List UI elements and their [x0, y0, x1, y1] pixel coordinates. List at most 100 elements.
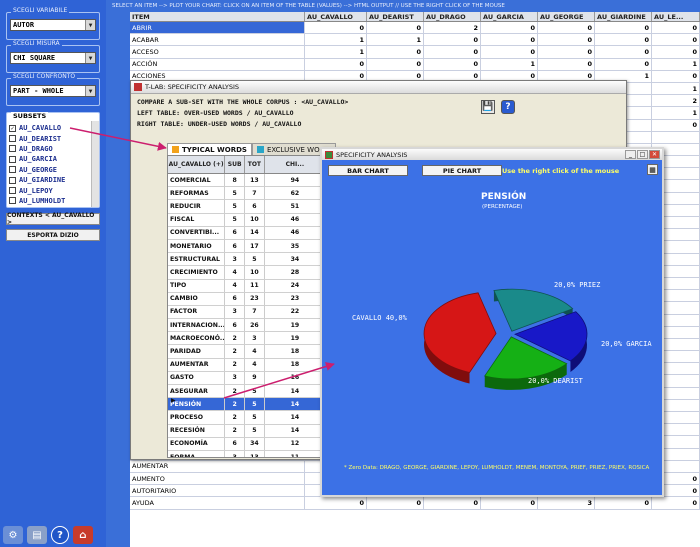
value-cell[interactable]: 5 [225, 213, 246, 226]
item-cell[interactable]: AYUDA [130, 497, 305, 509]
value-cell[interactable]: 0 [652, 70, 700, 82]
checkbox[interactable] [9, 135, 16, 143]
value-cell[interactable]: 2 [225, 411, 246, 424]
table-row[interactable]: FORMA 3 13 11 [168, 450, 326, 457]
value-cell[interactable]: 0 [424, 58, 481, 70]
documents-icon[interactable]: ▤ [27, 526, 47, 544]
word-cell[interactable]: FISCAL [168, 213, 226, 226]
column-header[interactable]: AU_CAVALLO (+) [168, 156, 226, 173]
word-cell[interactable]: RECESIÓN [168, 424, 226, 437]
value-cell[interactable]: 23 [265, 292, 326, 305]
table-row[interactable]: COMERCIAL 8 13 94 [168, 174, 326, 188]
value-cell[interactable]: 14 [264, 398, 326, 411]
item-cell[interactable]: AUTORITARIO [130, 485, 305, 497]
word-cell[interactable]: MACROECONÓ... [168, 332, 226, 345]
table-row[interactable]: RECESIÓN 2 5 14 [168, 424, 326, 438]
subset-item[interactable]: AU_LUMHOLDT [9, 196, 90, 206]
value-cell[interactable]: 9 [245, 371, 265, 384]
table-row[interactable]: INTERNACION... 6 26 19 [168, 319, 326, 333]
word-cell[interactable]: MONETARIO [168, 239, 226, 253]
value-cell[interactable]: 5 [225, 200, 246, 213]
value-cell[interactable]: 17 [245, 239, 265, 253]
column-header[interactable]: AU_GIARDINE [595, 12, 652, 21]
value-cell[interactable]: 6 [225, 239, 246, 253]
value-cell[interactable]: 0 [652, 22, 700, 34]
value-cell[interactable]: 0 [595, 497, 652, 509]
value-cell[interactable]: 2 [652, 95, 700, 107]
save-icon[interactable]: 💾 [481, 100, 495, 114]
checkbox[interactable] [9, 155, 16, 163]
checkbox[interactable] [9, 187, 16, 195]
item-cell[interactable]: AUMENTAR [130, 460, 305, 472]
value-cell[interactable]: 11 [245, 279, 265, 292]
help-icon[interactable]: ? [51, 526, 69, 544]
value-cell[interactable]: 0 [595, 46, 652, 58]
item-cell[interactable]: ACCIÓN [130, 58, 305, 70]
word-cell[interactable]: ECONOMÍA [168, 437, 226, 450]
value-cell[interactable]: 2 [225, 424, 246, 437]
chevron-down-icon[interactable]: ▼ [85, 53, 95, 63]
subset-item[interactable]: AU_GARCIA [9, 154, 90, 164]
checkbox[interactable] [9, 197, 16, 205]
table-row[interactable]: AUMENTAR 2 4 18 [168, 358, 326, 372]
value-cell[interactable]: 94 [265, 174, 326, 187]
value-cell[interactable]: 14 [265, 385, 326, 398]
column-header[interactable]: ITEM [130, 12, 305, 21]
value-cell[interactable]: 0 [367, 497, 424, 509]
home-icon[interactable]: ⌂ [73, 526, 93, 544]
value-cell[interactable]: 4 [225, 279, 246, 292]
value-cell[interactable]: 19 [265, 332, 326, 345]
word-cell[interactable]: ASEGURAR [168, 385, 226, 398]
column-header[interactable]: AU_DEARIST [367, 12, 424, 21]
value-cell[interactable]: 0 [652, 497, 700, 509]
table-row[interactable]: TIPO 4 11 24 [168, 279, 326, 293]
value-cell[interactable]: 24 [265, 279, 326, 292]
table-row[interactable]: PENSIÓN 2 5 14 [168, 398, 326, 412]
value-cell[interactable]: 19 [265, 319, 326, 332]
value-cell[interactable]: 1 [367, 34, 424, 46]
table-row[interactable]: ACCIÓN 0 0 0 1 0 0 1 [130, 58, 700, 71]
word-cell[interactable]: CRECIMIENTO [168, 266, 226, 279]
word-cell[interactable]: CONVERTIBI... [168, 226, 226, 239]
value-cell[interactable]: 3 [225, 450, 246, 457]
value-cell[interactable]: 34 [245, 437, 265, 450]
value-cell[interactable]: 2 [424, 22, 481, 34]
word-cell[interactable]: INTERNACION... [168, 319, 226, 332]
contexts-button[interactable]: CONTEXTS < AU_CAVALLO > [6, 212, 100, 226]
column-header[interactable]: SUB [225, 156, 246, 173]
value-cell[interactable] [652, 131, 700, 143]
subset-item[interactable]: AU_GEORGE [9, 165, 90, 175]
value-cell[interactable]: 0 [595, 22, 652, 34]
word-cell[interactable]: TIPO [168, 279, 226, 292]
table-row[interactable]: ACCESO 1 0 0 0 0 0 0 [130, 46, 700, 59]
checkbox[interactable]: ✓ [9, 124, 16, 132]
table-row[interactable]: MONETARIO 6 17 35 [168, 239, 326, 254]
value-cell[interactable]: 4 [245, 345, 265, 358]
chevron-down-icon[interactable]: ▼ [85, 86, 95, 96]
value-cell[interactable]: 2 [225, 358, 246, 371]
value-cell[interactable]: 6 [225, 292, 246, 305]
value-cell[interactable]: 0 [424, 497, 481, 509]
pie-chart[interactable]: CAVALLO 40,0% 20,0% PRIEZ 20,0% GARCIA 20,0… [322, 149, 662, 495]
value-cell[interactable]: 0 [595, 58, 652, 70]
table-row[interactable]: ASEGURAR 2 5 14 [168, 385, 326, 399]
typical-words-table[interactable]: AU_CAVALLO (+) SUB TOT CHI... COMERCIAL 8 13 9… [167, 155, 327, 458]
table-row[interactable]: FISCAL 5 10 46 [168, 213, 326, 227]
value-cell[interactable]: 0 [305, 22, 367, 34]
column-header[interactable]: AU_GARCIA [481, 12, 538, 21]
value-cell[interactable]: 0 [538, 58, 595, 70]
table-row[interactable]: FACTOR 3 7 22 [168, 305, 326, 320]
item-cell[interactable]: AUMENTO [130, 472, 305, 485]
word-cell[interactable]: PENSIÓN [168, 398, 226, 411]
word-cell[interactable]: COMERCIAL [168, 174, 226, 187]
value-cell[interactable]: 46 [265, 213, 326, 226]
checkbox[interactable] [9, 166, 16, 174]
value-cell[interactable]: 2 [225, 385, 246, 398]
word-cell[interactable]: ESTRUCTURAL [168, 253, 226, 266]
chevron-down-icon[interactable]: ▼ [85, 20, 95, 30]
value-cell[interactable]: 1 [652, 107, 700, 119]
value-cell[interactable]: 1 [481, 58, 538, 70]
value-cell[interactable]: 0 [538, 34, 595, 46]
column-header[interactable]: AU_DRAGO [424, 12, 481, 21]
value-cell[interactable]: 6 [225, 226, 246, 239]
